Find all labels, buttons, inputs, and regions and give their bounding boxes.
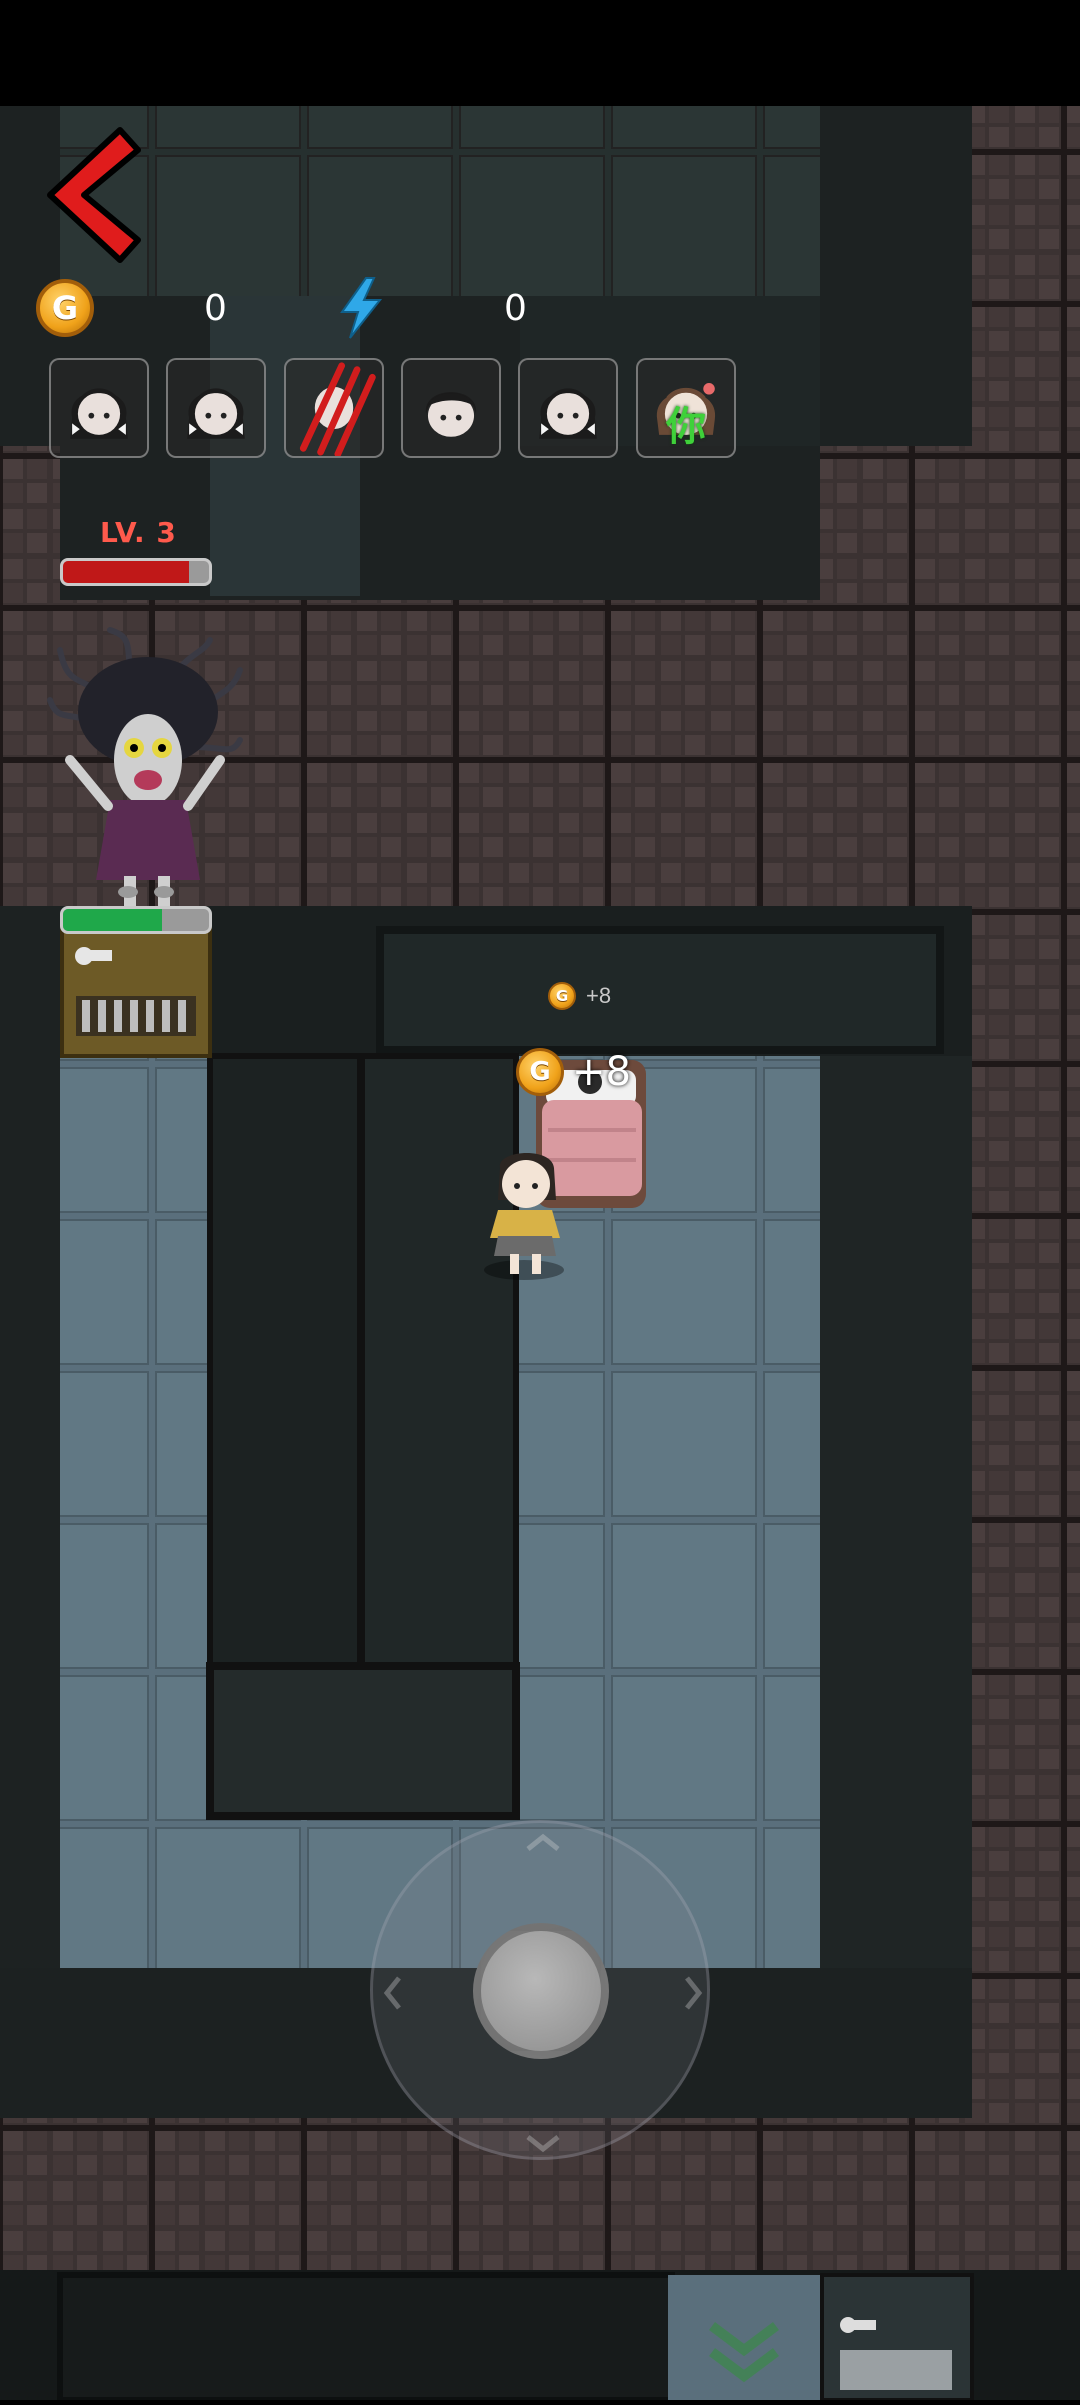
- player-slot-3[interactable]: [284, 358, 384, 458]
- ghost-health-fill: [63, 561, 189, 583]
- reward-big-text: +8: [572, 1049, 631, 1095]
- ghost-level-label: LV. 3: [100, 516, 177, 549]
- player-slot-5[interactable]: [518, 358, 618, 458]
- game-scene: G 0 0 你 LV. 3 G +8 G +8: [0, 0, 1080, 2403]
- girl-bow-avatar-icon: [187, 388, 245, 439]
- door-health-fill: [63, 909, 163, 931]
- back-button[interactable]: [38, 120, 148, 270]
- virtual-joystick[interactable]: [370, 1820, 710, 2160]
- coin-reward-big: G +8: [516, 1048, 631, 1096]
- girl-bow-avatar-icon: [70, 388, 128, 439]
- player-slot-4[interactable]: [401, 358, 501, 458]
- coin-reward-small: G +8: [548, 982, 611, 1010]
- coin-icon: G: [548, 982, 576, 1010]
- player-slot-1[interactable]: [49, 358, 149, 458]
- player-slot-2[interactable]: [166, 358, 266, 458]
- player-slot-you[interactable]: 你: [636, 358, 736, 458]
- chevron-left-icon: [47, 127, 141, 263]
- ghost-health-bar: [60, 558, 212, 586]
- joystick-knob[interactable]: [473, 1923, 609, 2059]
- energy-count: 0: [504, 288, 527, 329]
- coin-icon: G: [516, 1048, 564, 1096]
- door-health-bar: [60, 906, 212, 934]
- you-label: 你: [666, 404, 706, 450]
- iron-door: [60, 926, 212, 1058]
- claw-scratch-avatar-icon: [299, 362, 376, 456]
- reward-small-text: +8: [586, 983, 612, 1008]
- boy-avatar-icon: [425, 392, 477, 437]
- girl-bow-avatar-icon: [539, 388, 597, 439]
- coin-icon: G: [36, 279, 94, 337]
- coin-count: 0: [204, 288, 227, 329]
- lightning-icon: [340, 277, 383, 339]
